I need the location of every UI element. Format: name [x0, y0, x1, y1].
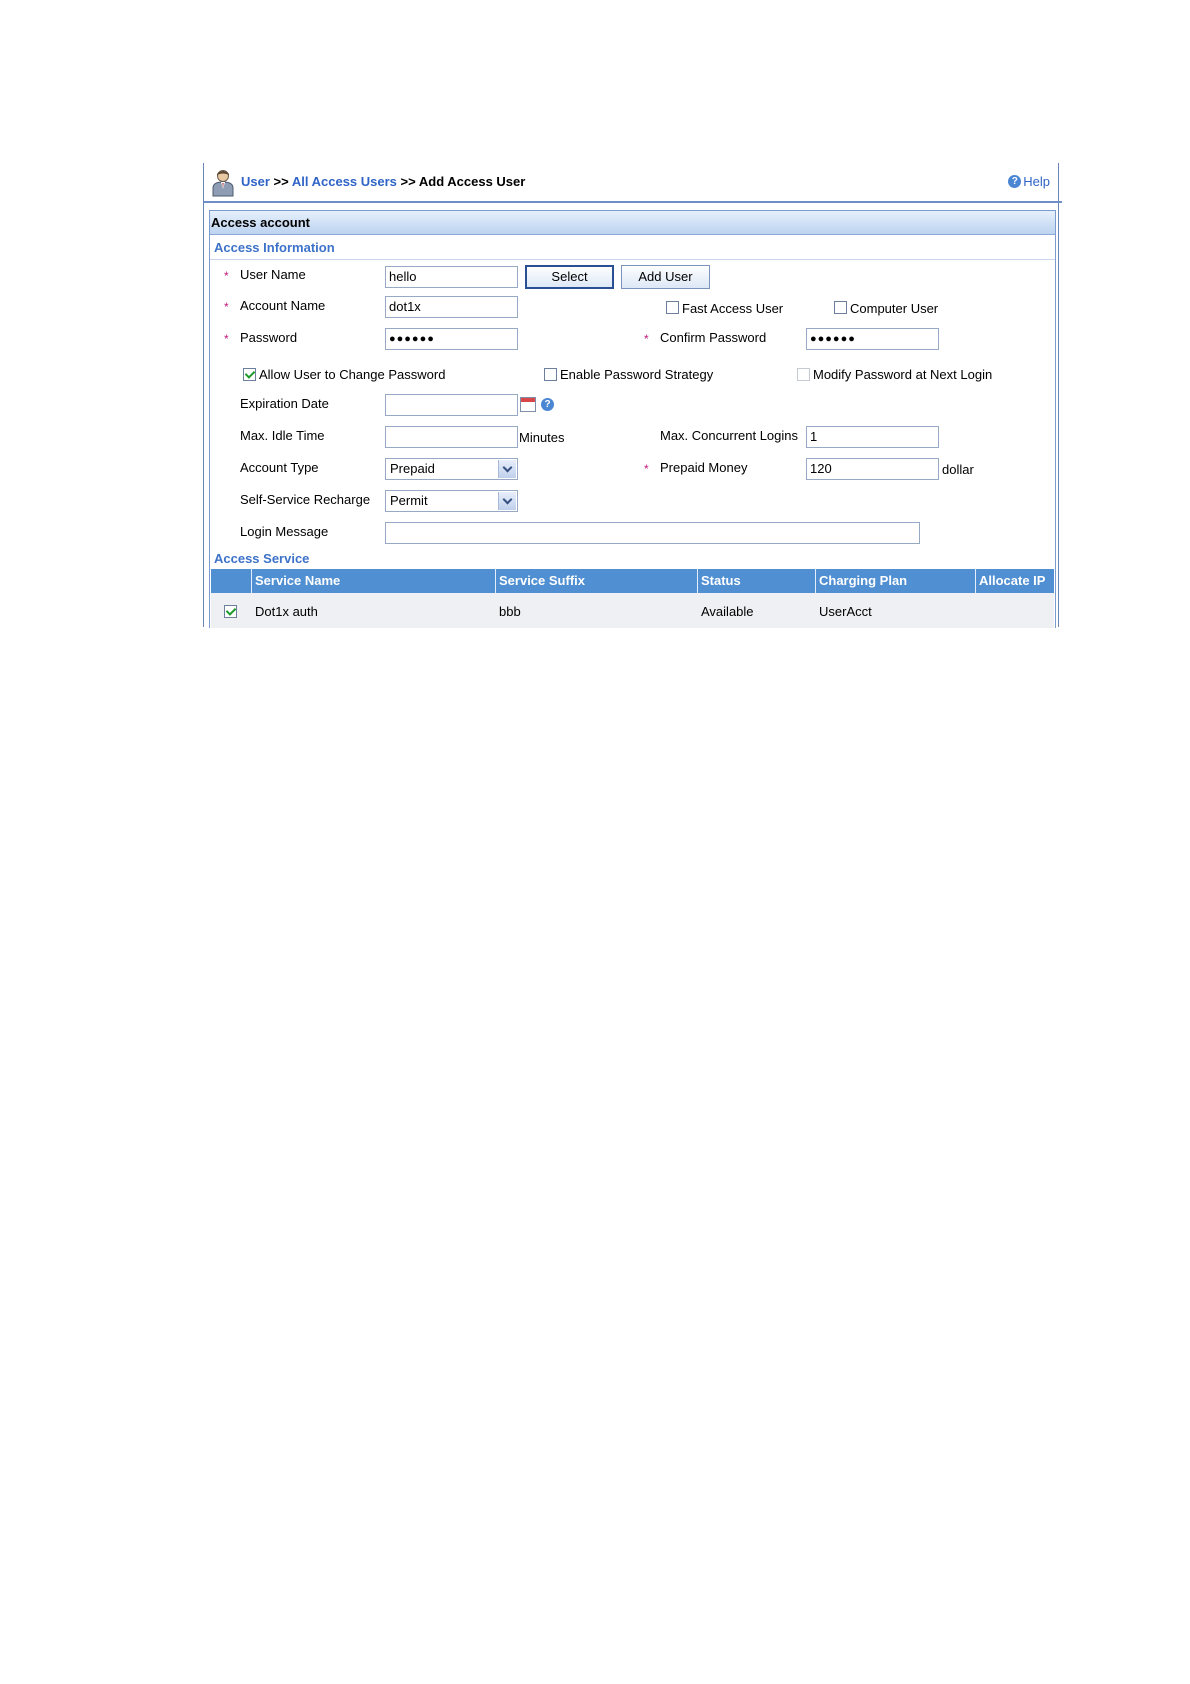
breadcrumb-current: Add Access User: [418, 174, 526, 189]
prepaid-money-label: Prepaid Money: [660, 460, 748, 475]
account-type-value: Prepaid: [390, 461, 435, 476]
breadcrumb-separator: >>: [400, 174, 416, 189]
service-table-header: Service Name Service Suffix Status Charg…: [211, 569, 1054, 593]
max-concurrent-logins-input[interactable]: 1: [806, 426, 939, 448]
self-service-recharge-label: Self-Service Recharge: [240, 492, 371, 507]
max-concurrent-logins-label: Max. Concurrent Logins: [660, 428, 799, 443]
minutes-unit: Minutes: [519, 430, 565, 445]
account-name-input[interactable]: dot1x: [385, 296, 518, 318]
expiration-date-input[interactable]: [385, 394, 518, 416]
access-service-title: Access Service: [214, 551, 310, 566]
max-idle-time-input[interactable]: [385, 426, 518, 448]
breadcrumb: User >> All Access Users >> Add Access U…: [241, 174, 525, 189]
password-input[interactable]: ●●●●●●: [385, 328, 518, 350]
info-icon[interactable]: ?: [541, 398, 554, 411]
required-mark: *: [224, 269, 229, 283]
header-divider: [204, 201, 1062, 203]
section-divider: [210, 259, 1055, 260]
add-access-user-page: User >> All Access Users >> Add Access U…: [203, 163, 1062, 628]
column-header-charging-plan[interactable]: Charging Plan: [815, 569, 975, 593]
login-message-label: Login Message: [240, 524, 329, 539]
modify-password-next-login-checkbox[interactable]: [797, 368, 810, 381]
charging-plan-cell: UserAcct: [819, 604, 872, 619]
breadcrumb-user-link[interactable]: User: [241, 174, 270, 189]
access-information-title: Access Information: [214, 240, 335, 255]
help-icon: ?: [1008, 175, 1022, 188]
required-mark: *: [224, 332, 229, 346]
enable-password-strategy-checkbox[interactable]: [544, 368, 557, 381]
expiration-date-label: Expiration Date: [240, 396, 329, 411]
required-mark: *: [644, 332, 649, 346]
service-select-checkbox[interactable]: [224, 605, 237, 618]
modify-password-next-login-label: Modify Password at Next Login: [813, 367, 993, 382]
user-name-input[interactable]: hello: [385, 266, 518, 288]
fast-access-user-label: Fast Access User: [682, 301, 784, 316]
login-message-input[interactable]: [385, 522, 920, 544]
dollar-unit: dollar: [942, 462, 974, 477]
add-user-button[interactable]: Add User: [621, 265, 710, 289]
service-suffix-cell: bbb: [499, 604, 521, 619]
computer-user-checkbox[interactable]: [834, 301, 847, 314]
confirm-password-input[interactable]: ●●●●●●: [806, 328, 939, 350]
user-icon: [212, 170, 234, 197]
chevron-down-icon[interactable]: [498, 460, 516, 478]
prepaid-money-input[interactable]: 120: [806, 458, 939, 480]
chevron-down-icon[interactable]: [498, 492, 516, 510]
allow-change-password-label: Allow User to Change Password: [259, 367, 446, 382]
computer-user-label: Computer User: [850, 301, 939, 316]
fast-access-user-checkbox[interactable]: [666, 301, 679, 314]
account-name-label: Account Name: [240, 298, 326, 313]
column-header-allocate-ip[interactable]: Allocate IP: [975, 569, 1054, 593]
account-type-label: Account Type: [240, 460, 319, 475]
column-header-service-name[interactable]: Service Name: [251, 569, 495, 593]
required-mark: *: [644, 462, 649, 476]
breadcrumb-separator: >>: [273, 174, 289, 189]
password-label: Password: [240, 330, 298, 345]
column-header-status[interactable]: Status: [697, 569, 815, 593]
panel-title: Access account: [210, 211, 1055, 235]
access-account-panel: Access account Access Information * User…: [209, 210, 1056, 628]
allow-change-password-checkbox[interactable]: [243, 368, 256, 381]
table-row: Dot1x auth bbb Available UserAcct: [211, 593, 1054, 628]
help-link[interactable]: ? Help: [1008, 174, 1050, 189]
help-label: Help: [1023, 174, 1050, 189]
confirm-password-label: Confirm Password: [660, 330, 767, 345]
status-cell: Available: [701, 604, 754, 619]
user-name-label: User Name: [240, 267, 306, 282]
select-button[interactable]: Select: [525, 265, 614, 289]
self-service-recharge-select[interactable]: Permit: [385, 490, 518, 512]
max-idle-time-label: Max. Idle Time: [240, 428, 325, 443]
enable-password-strategy-label: Enable Password Strategy: [560, 367, 714, 382]
column-header-service-suffix[interactable]: Service Suffix: [495, 569, 697, 593]
required-mark: *: [224, 300, 229, 314]
account-type-select[interactable]: Prepaid: [385, 458, 518, 480]
breadcrumb-all-access-users-link[interactable]: All Access Users: [292, 174, 397, 189]
self-service-recharge-value: Permit: [390, 493, 428, 508]
calendar-icon[interactable]: [520, 397, 536, 412]
service-name-cell: Dot1x auth: [255, 604, 318, 619]
